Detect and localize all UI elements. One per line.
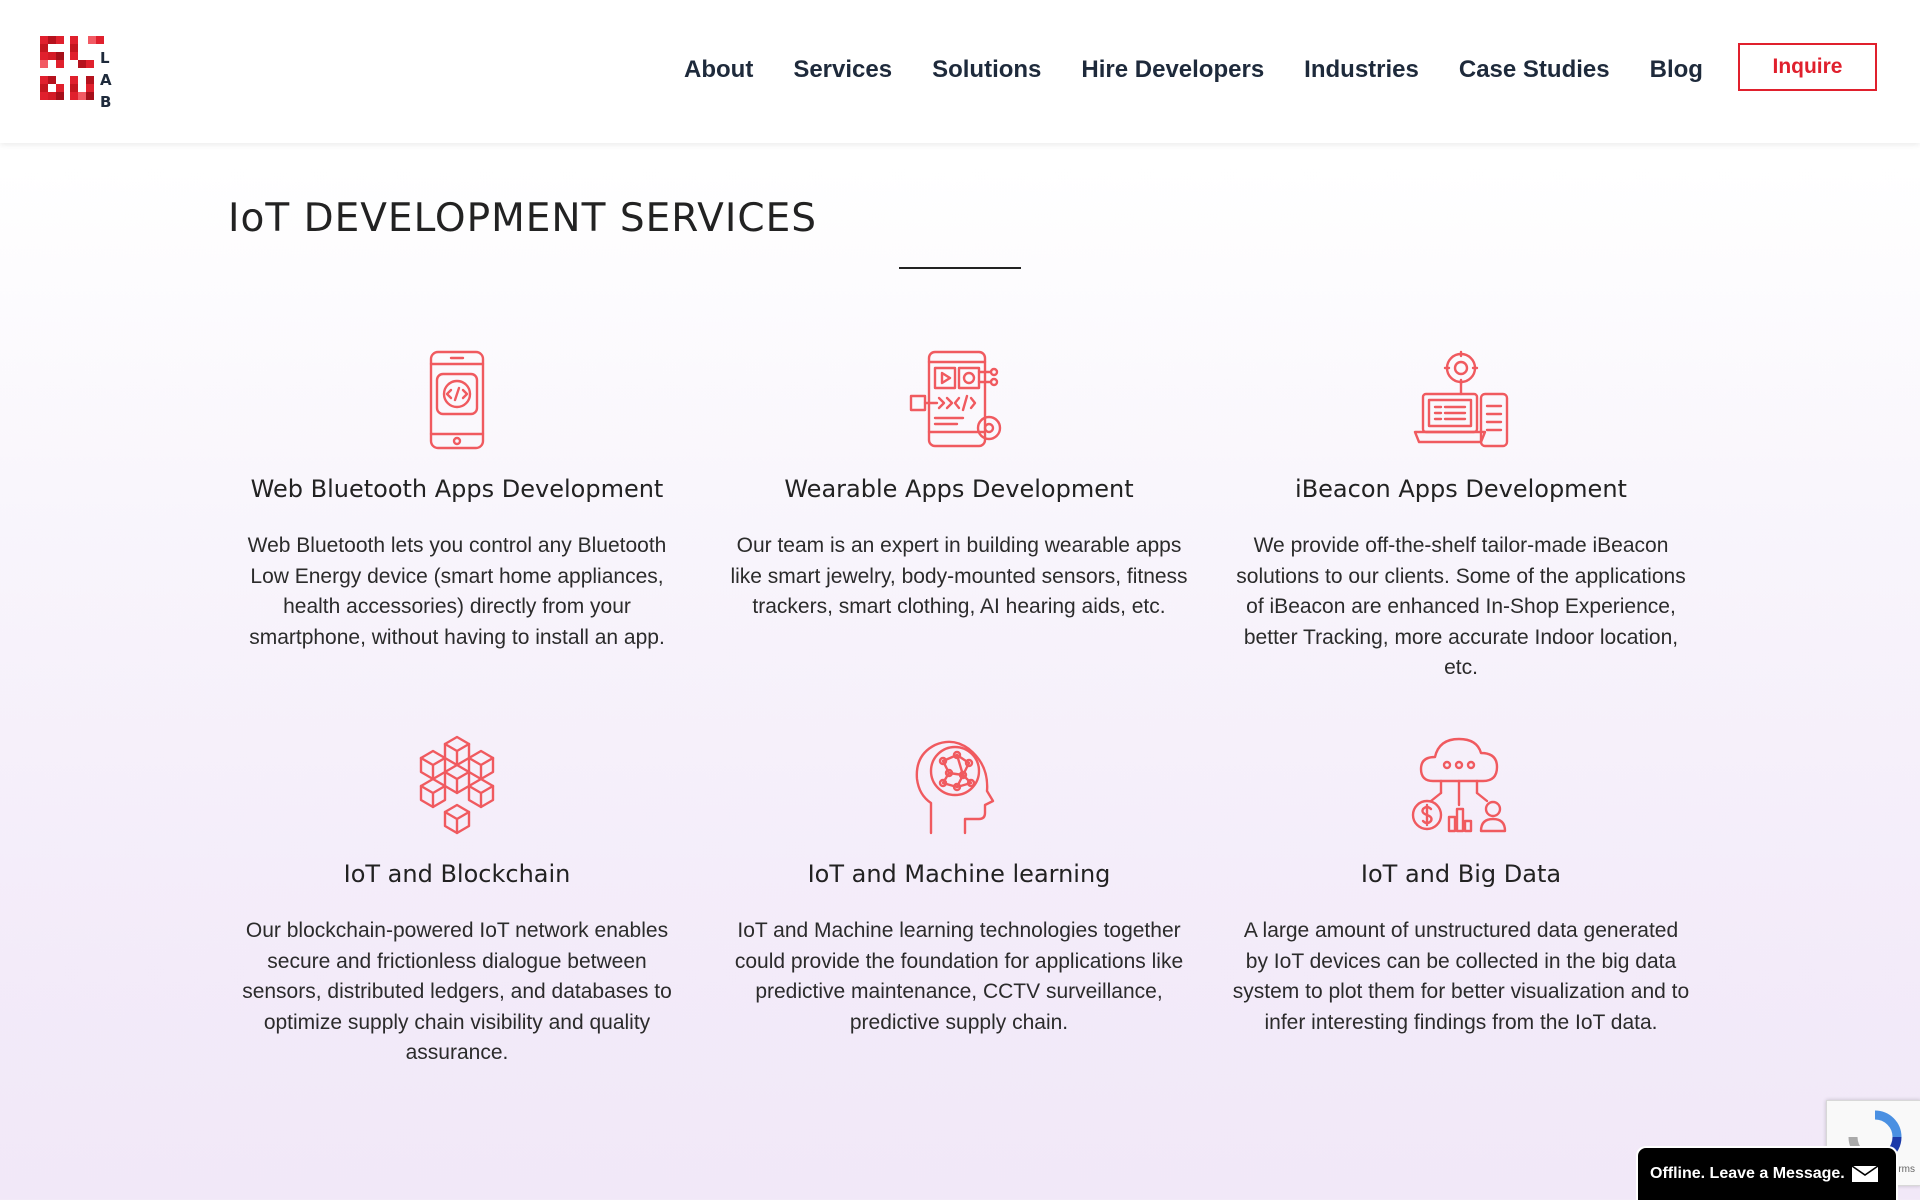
chat-label: Offline. Leave a Message. <box>1650 1165 1845 1182</box>
smartphone-code-icon <box>429 350 485 450</box>
card-title: IoT and Machine learning <box>807 860 1111 888</box>
section-title: IoT DEVELOPMENT SERVICES <box>228 196 817 241</box>
inquire-button[interactable]: Inquire <box>1738 43 1877 91</box>
big-data-cloud-icon <box>1411 737 1507 833</box>
svg-text:L: L <box>100 49 110 67</box>
svg-text:A: A <box>100 71 112 89</box>
card-title: IoT and Big Data <box>1360 860 1562 888</box>
nav-case-studies[interactable]: Case Studies <box>1459 56 1610 84</box>
recaptcha-terms[interactable]: rms <box>1898 1164 1915 1175</box>
logo[interactable]: L A B <box>38 34 118 110</box>
card-title: iBeacon Apps Development <box>1295 475 1627 503</box>
site-header: L A B About Services Solutions Hire Deve… <box>0 0 1920 143</box>
envelope-icon <box>1851 1165 1879 1182</box>
card-description: Our team is an expert in building wearab… <box>730 534 1188 618</box>
blockchain-cubes-icon <box>419 735 495 835</box>
main-nav: About Services Solutions Hire Developers… <box>684 56 1703 84</box>
card-description: IoT and Machine learning technologies to… <box>734 919 1184 1034</box>
card-description: Our blockchain-powered IoT network enabl… <box>242 919 672 1064</box>
nav-solutions[interactable]: Solutions <box>932 56 1041 84</box>
nav-hire-developers[interactable]: Hire Developers <box>1081 56 1264 84</box>
nav-industries[interactable]: Industries <box>1304 56 1419 84</box>
nav-blog[interactable]: Blog <box>1650 56 1703 84</box>
card-description: We provide off-the-shelf tailor-made iBe… <box>1236 534 1686 679</box>
card-title: Web Bluetooth Apps Development <box>250 475 664 503</box>
title-underline <box>899 267 1021 269</box>
ibeacon-devices-icon <box>1413 350 1509 448</box>
nav-about[interactable]: About <box>684 56 753 84</box>
card-description: A large amount of unstructured data gene… <box>1232 919 1690 1034</box>
svg-text:B: B <box>100 93 111 110</box>
nav-services[interactable]: Services <box>793 56 892 84</box>
card-title: Wearable Apps Development <box>784 475 1134 503</box>
card-description: Web Bluetooth lets you control any Bluet… <box>247 534 667 649</box>
chat-widget-button[interactable]: Offline. Leave a Message. <box>1636 1146 1898 1200</box>
wearable-app-icon <box>909 350 1002 448</box>
machine-learning-head-icon <box>915 740 995 835</box>
card-title: IoT and Blockchain <box>343 860 571 888</box>
